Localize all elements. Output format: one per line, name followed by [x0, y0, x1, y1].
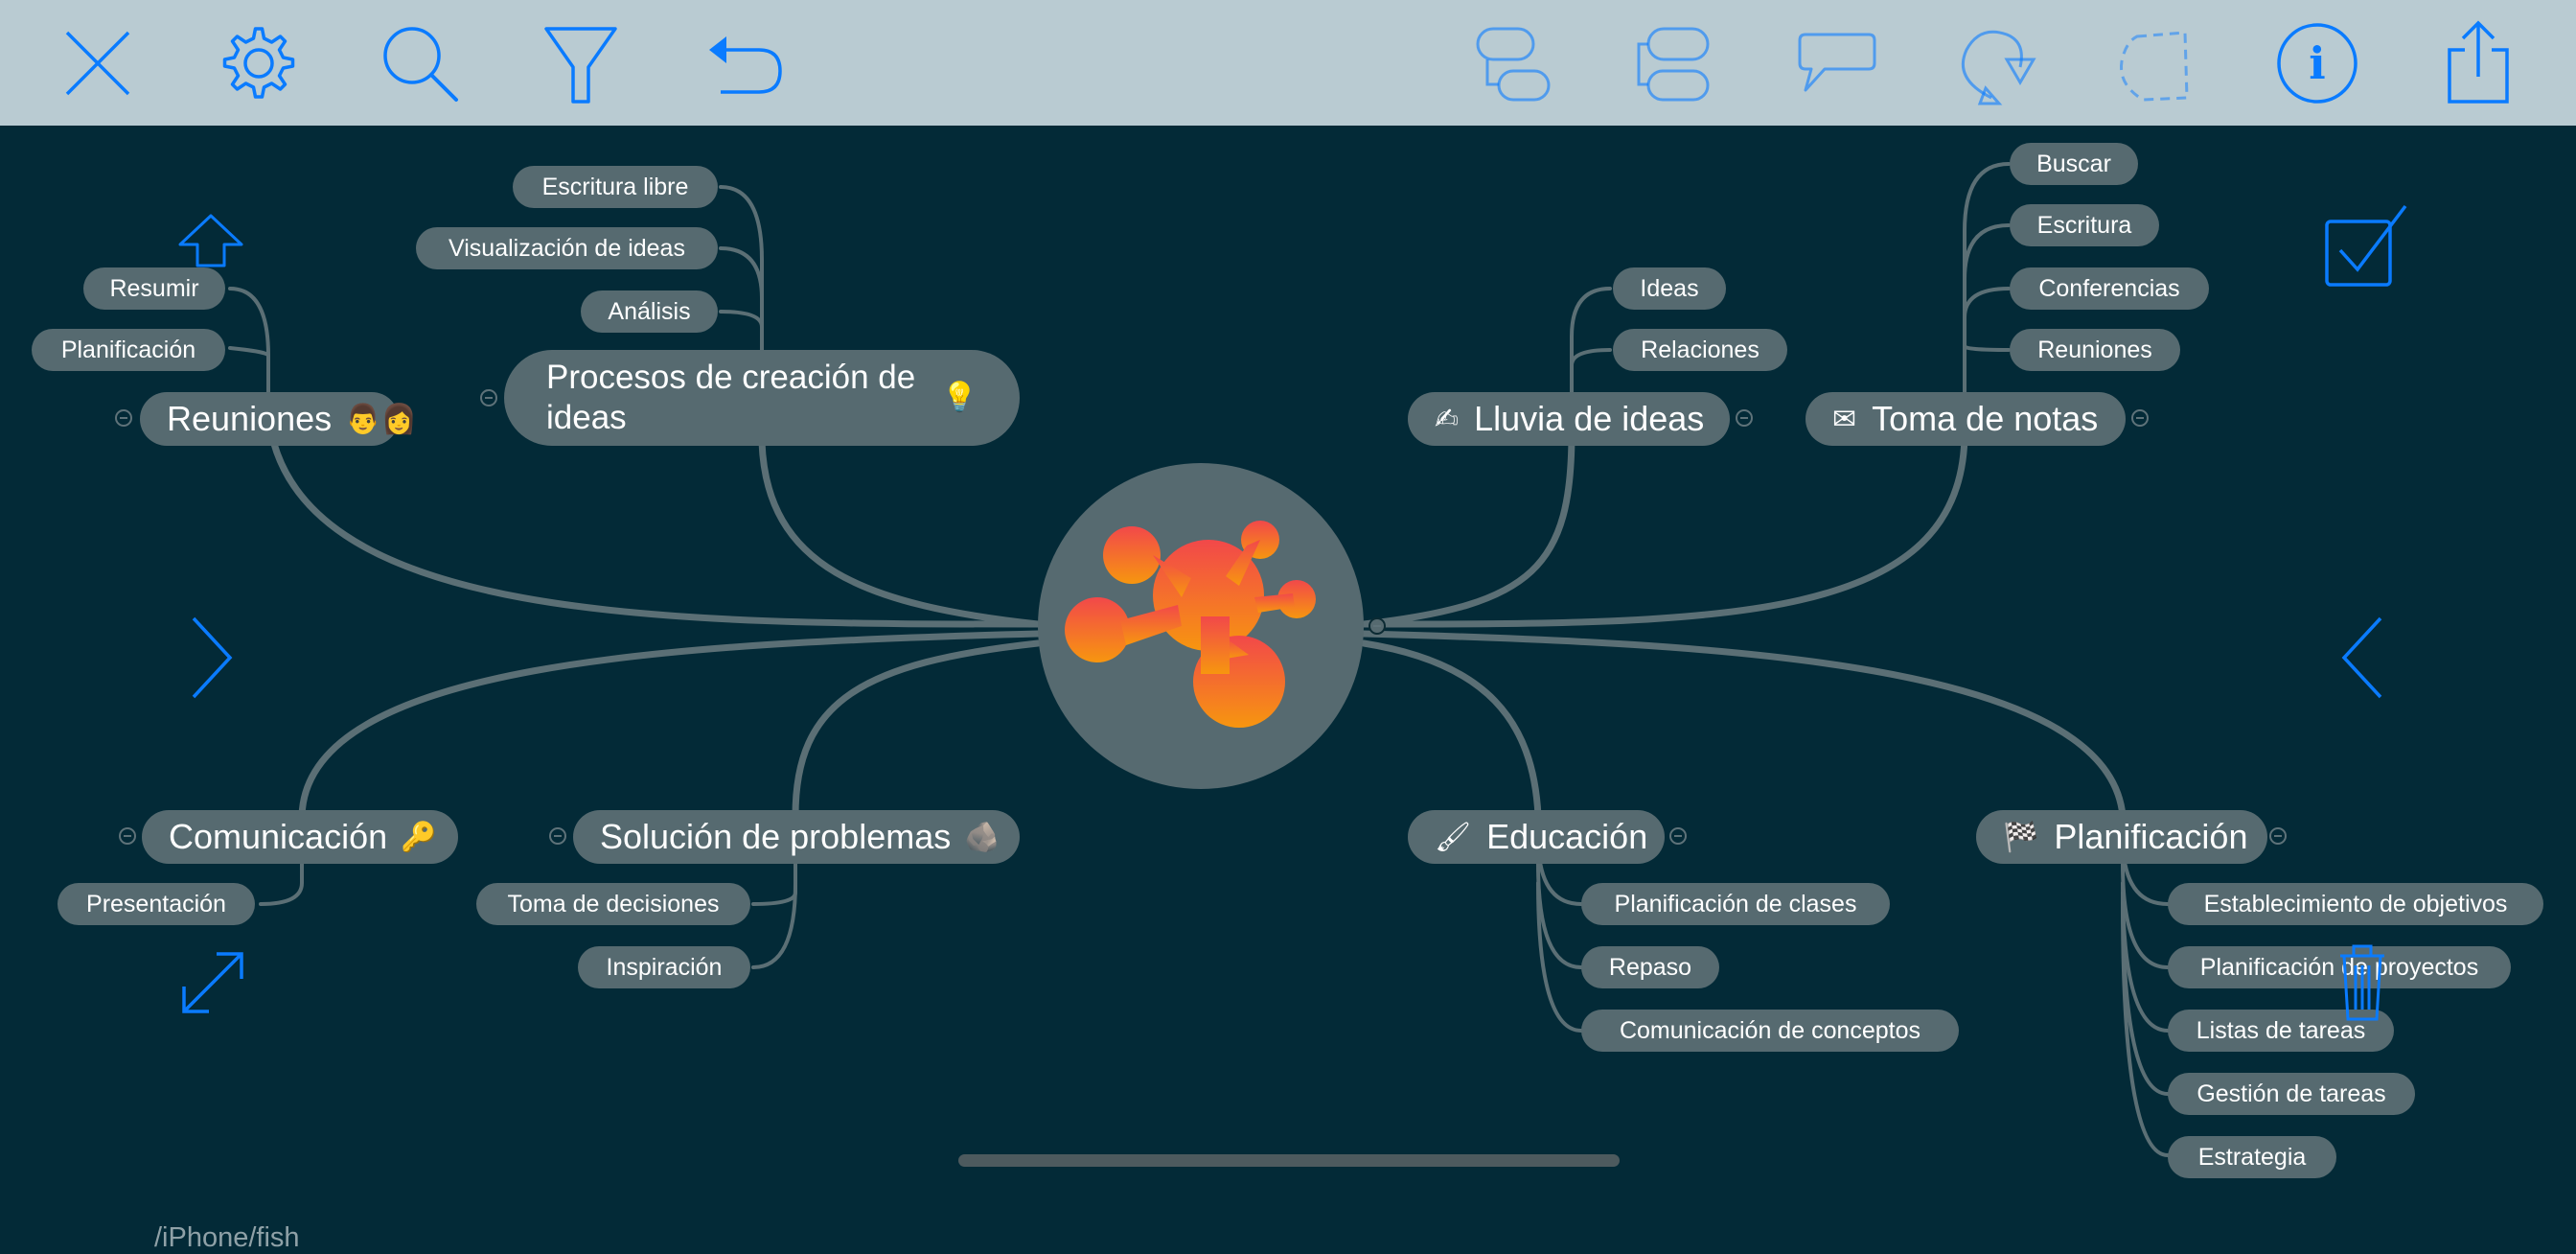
subtopic-toma-de-decisiones[interactable]: Toma de decisiones	[476, 883, 750, 925]
svg-text:i: i	[2309, 37, 2325, 89]
subtopic-escritura[interactable]: Escritura	[2010, 204, 2159, 246]
subtopic-planificacion[interactable]: Planificación	[32, 329, 225, 371]
topic-label: Procesos de creación de ideas	[546, 359, 916, 436]
add-relation-button[interactable]	[1949, 21, 2041, 105]
topic-label: Toma de notas	[1872, 399, 2099, 438]
topic-planificacion[interactable]: 🏁 Planificación	[1976, 810, 2267, 864]
subtopic-relaciones[interactable]: Relaciones	[1613, 329, 1787, 371]
undo-icon	[709, 36, 782, 94]
central-topic[interactable]	[1038, 463, 1364, 789]
add-callout-icon	[1798, 33, 1876, 92]
add-callout-button[interactable]	[1788, 21, 1880, 105]
subtopic-analisis[interactable]: Análisis	[581, 290, 718, 333]
close-icon	[65, 31, 130, 96]
center-collapse-toggle[interactable]	[1368, 617, 1386, 635]
topic-educacion[interactable]: 🖌 Educación	[1408, 810, 1665, 864]
topic-lluvia-de-ideas[interactable]: ✍ Lluvia de ideas	[1408, 392, 1730, 446]
home-indicator[interactable]	[958, 1154, 1620, 1167]
checkered-flag-icon: 🏁	[2003, 821, 2039, 853]
share-button[interactable]	[2432, 20, 2524, 105]
add-subtopic-icon	[1476, 27, 1551, 102]
topic-reuniones[interactable]: Reuniones 👨‍👩	[140, 392, 417, 446]
lightbulb-icon: 💡	[941, 382, 978, 413]
subtopic-planificacion-de-clases[interactable]: Planificación de clases	[1581, 883, 1890, 925]
topic-label: Solución de problemas	[600, 817, 952, 856]
subtopic-repaso[interactable]: Repaso	[1581, 946, 1719, 988]
topic-comunicacion[interactable]: Comunicación 🔑	[142, 810, 458, 864]
subtopic-presentacion[interactable]: Presentación	[58, 883, 255, 925]
subtopic-establecimiento-de-objetivos[interactable]: Establecimiento de objetivos	[2168, 883, 2543, 925]
undo-button[interactable]	[698, 21, 790, 105]
checkbox-icon[interactable]	[2323, 202, 2409, 289]
topic-label: Lluvia de ideas	[1474, 399, 1705, 438]
subtopic-escritura-libre[interactable]: Escritura libre	[513, 166, 718, 208]
subtopic-reuniones[interactable]: Reuniones	[2010, 329, 2180, 371]
chevron-right-icon[interactable]	[188, 615, 236, 701]
info-button[interactable]: i	[2271, 21, 2363, 105]
filter-button[interactable]	[535, 21, 627, 105]
collapse-toggle[interactable]	[119, 827, 136, 845]
subtopic-gestion-de-tareas[interactable]: Gestión de tareas	[2168, 1073, 2415, 1115]
subtopic-resumir[interactable]: Resumir	[83, 267, 225, 310]
add-boundary-icon	[2119, 31, 2189, 102]
close-button[interactable]	[52, 21, 144, 105]
subtopic-visualizacion[interactable]: Visualización de ideas	[416, 227, 718, 269]
subtopic-conferencias[interactable]: Conferencias	[2010, 267, 2209, 310]
search-button[interactable]	[374, 21, 466, 105]
subtopic-comunicacion-de-conceptos[interactable]: Comunicación de conceptos	[1581, 1010, 1959, 1052]
collapse-toggle[interactable]	[2131, 409, 2149, 427]
info-icon: i	[2277, 23, 2358, 104]
toolbar: i	[0, 0, 2576, 126]
filter-icon	[544, 27, 617, 104]
add-relation-icon	[1961, 30, 2036, 105]
arrow-up-icon[interactable]	[176, 214, 245, 267]
stone-icon: 🪨	[964, 821, 1000, 853]
collapse-toggle[interactable]	[1669, 827, 1687, 845]
topic-toma-de-notas[interactable]: ✉ Toma de notas	[1806, 392, 2126, 446]
chevron-left-icon[interactable]	[2338, 615, 2386, 701]
collapse-toggle[interactable]	[480, 389, 497, 406]
topic-label: Reuniones	[167, 399, 333, 438]
share-icon	[2448, 20, 2509, 104]
add-sibling-icon	[1637, 27, 1710, 102]
people-icon: 👨‍👩	[345, 403, 417, 435]
subtopic-estrategia[interactable]: Estrategia	[2168, 1136, 2336, 1178]
topic-label: Educación	[1486, 817, 1648, 856]
writing-hand-icon: ✍	[1435, 403, 1460, 435]
topic-solucion-de-problemas[interactable]: Solución de problemas 🪨	[573, 810, 1020, 864]
collapse-toggle[interactable]	[549, 827, 566, 845]
key-icon: 🔑	[401, 821, 437, 853]
document-path: /iPhone/fish	[154, 1222, 300, 1253]
trash-icon[interactable]	[2336, 942, 2388, 1023]
envelope-icon: ✉	[1832, 403, 1857, 435]
topic-label: Planificación	[2054, 817, 2248, 856]
mindmap-logo-icon	[1065, 521, 1316, 728]
expand-icon[interactable]	[178, 948, 247, 1017]
add-sibling-button[interactable]	[1627, 21, 1719, 105]
subtopic-inspiracion[interactable]: Inspiración	[578, 946, 750, 988]
topic-procesos[interactable]: Procesos de creación de ideas 💡	[504, 350, 1020, 446]
subtopic-ideas[interactable]: Ideas	[1613, 267, 1726, 310]
collapse-toggle[interactable]	[2269, 827, 2287, 845]
search-icon	[383, 27, 458, 102]
collapse-toggle[interactable]	[115, 409, 132, 427]
paintbrush-icon: 🖌	[1435, 821, 1472, 853]
gear-icon	[222, 27, 295, 99]
settings-button[interactable]	[213, 21, 305, 105]
add-subtopic-button[interactable]	[1466, 21, 1558, 105]
subtopic-buscar[interactable]: Buscar	[2010, 143, 2138, 185]
mind-map-canvas[interactable]: Reuniones 👨‍👩 Resumir Planificación Proc…	[0, 126, 2576, 1253]
add-boundary-button[interactable]	[2110, 21, 2202, 105]
topic-label: Comunicación	[169, 817, 388, 856]
collapse-toggle[interactable]	[1736, 409, 1753, 427]
